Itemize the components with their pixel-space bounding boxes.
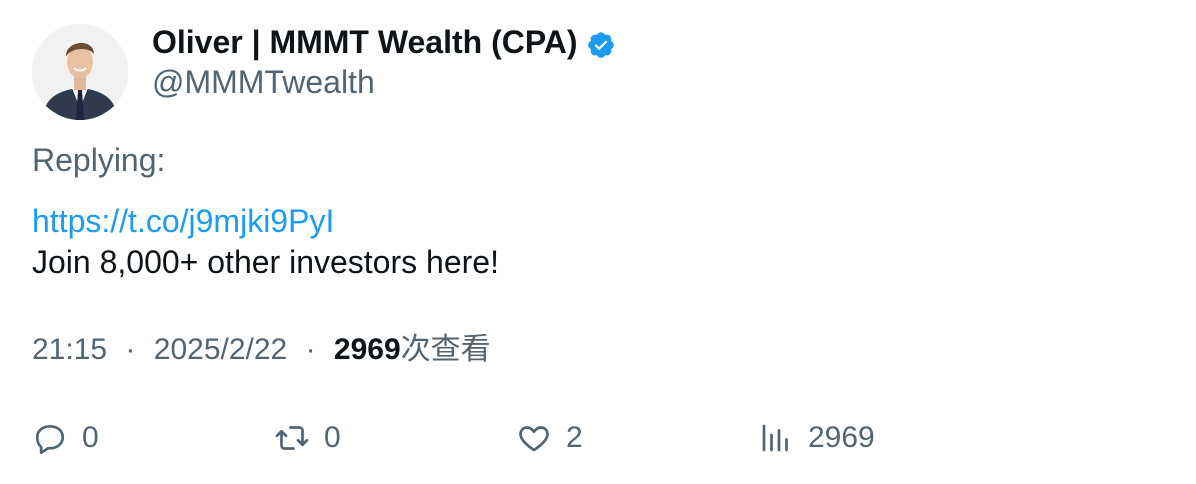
replying-label: Replying: <box>32 142 166 178</box>
tweet-meta: 21:15 · 2025/2/22 · 2969次查看 <box>32 330 491 370</box>
reply-icon <box>32 420 68 456</box>
reply-button[interactable]: 0 <box>32 418 99 458</box>
author-handle[interactable]: @MMMTwealth <box>152 62 375 102</box>
author-name-row[interactable]: Oliver | MMMT Wealth (CPA) <box>152 22 616 62</box>
reply-count: 0 <box>82 421 99 454</box>
views-button[interactable]: 2969 <box>758 418 875 458</box>
author-display-name[interactable]: Oliver | MMMT Wealth (CPA) <box>152 22 578 62</box>
meta-separator: · <box>305 333 316 366</box>
avatar[interactable] <box>32 24 128 120</box>
views-suffix: 次查看 <box>400 333 491 366</box>
retweet-icon <box>274 420 310 456</box>
heart-icon <box>516 420 552 456</box>
tweet-text: Join 8,000+ other investors here! <box>32 244 499 280</box>
tweet-link[interactable]: https://t.co/j9mjki9PyI <box>32 201 334 241</box>
profile-photo <box>32 24 128 120</box>
like-button[interactable]: 2 <box>516 418 583 458</box>
like-count: 2 <box>566 421 583 454</box>
retweet-count: 0 <box>324 421 341 454</box>
meta-separator: · <box>125 333 136 366</box>
tweet-date[interactable]: 2025/2/22 <box>154 333 287 366</box>
analytics-icon <box>758 420 794 456</box>
retweet-button[interactable]: 0 <box>274 418 341 458</box>
tweet-time[interactable]: 21:15 <box>32 333 107 366</box>
views-count: 2969 <box>333 333 401 366</box>
views-stat-count: 2969 <box>808 421 875 454</box>
verified-badge-icon <box>586 29 616 59</box>
